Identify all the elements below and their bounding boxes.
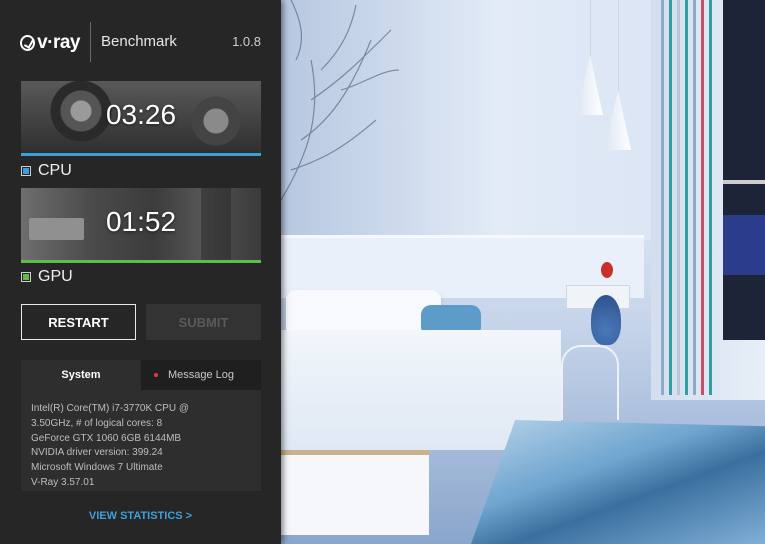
system-info-line: 3.50GHz, # of logical cores: 8 [31,417,163,429]
version-label: 1.0.8 [232,34,261,49]
window-stripe [669,0,672,395]
vray-benchmark-window: v·ray Benchmark 1.0.8 03:26 CPU 01:52 GP… [0,0,765,544]
view-statistics-link[interactable]: VIEW STATISTICS > [0,510,281,522]
nightstand [561,345,619,420]
rug [471,420,765,544]
tab-system[interactable]: System [21,360,141,390]
system-info-line: Intel(R) Core(TM) i7-3770K CPU @ [31,403,189,414]
logo-text: v·ray [37,32,80,53]
app-title: Benchmark [101,33,177,50]
bedroom-render-preview [281,0,765,544]
cpu-result-card: 03:26 [21,81,261,153]
gpu-time: 01:52 [105,206,177,237]
tree-branches-shadow [281,0,400,201]
gpu-progress-bar [21,260,261,263]
window-stripe [685,0,688,395]
flower-icon [601,262,613,278]
info-box: System Message Log Intel(R) Core(TM) i7-… [21,360,261,491]
benchmark-panel: v·ray Benchmark 1.0.8 03:26 CPU 01:52 GP… [0,0,281,544]
gpu-checkbox[interactable] [21,272,31,282]
submit-button[interactable]: SUBMIT [146,304,261,340]
gpu-label: GPU [38,268,73,285]
vray-logo-icon [20,35,36,51]
window-view [723,0,765,340]
tab-system-label: System [61,369,101,381]
tab-message-log-label: Message Log [167,369,235,381]
gpu-result-card: 01:52 [21,188,261,260]
vase [591,295,621,345]
info-tabs: System Message Log [21,360,261,390]
window-stripe [709,0,712,395]
cpu-time: 03:26 [105,99,177,130]
window-stripe [661,0,664,395]
system-info-line: Microsoft Windows 7 Ultimate [31,462,163,474]
system-info-line: GeForce GTX 1060 6GB 6144MB [31,432,182,444]
tab-message-log[interactable]: Message Log [141,360,261,390]
header-divider [90,22,91,62]
system-info-text: Intel(R) Core(TM) i7-3770K CPU @ 3.50GHz… [31,402,257,491]
window-stripe [693,0,696,395]
cpu-checkbox[interactable] [21,166,31,176]
lamp-cord [618,0,619,95]
gpu-checkbox-row[interactable]: GPU [21,268,73,286]
restart-button[interactable]: RESTART [21,304,136,340]
cpu-checkbox-row[interactable]: CPU [21,162,72,180]
cpu-progress-bar [21,153,261,156]
header: v·ray Benchmark 1.0.8 [0,0,281,70]
window-stripe [701,0,704,395]
window-stripe [677,0,680,395]
cpu-label: CPU [38,162,72,179]
bed-side [281,450,429,535]
system-info-line: V-Ray 3.57.01 [31,476,95,488]
vray-logo: v·ray [20,32,80,54]
system-info-line: NVIDIA driver version: 399.24 [31,447,163,459]
notification-dot-icon [153,373,158,377]
